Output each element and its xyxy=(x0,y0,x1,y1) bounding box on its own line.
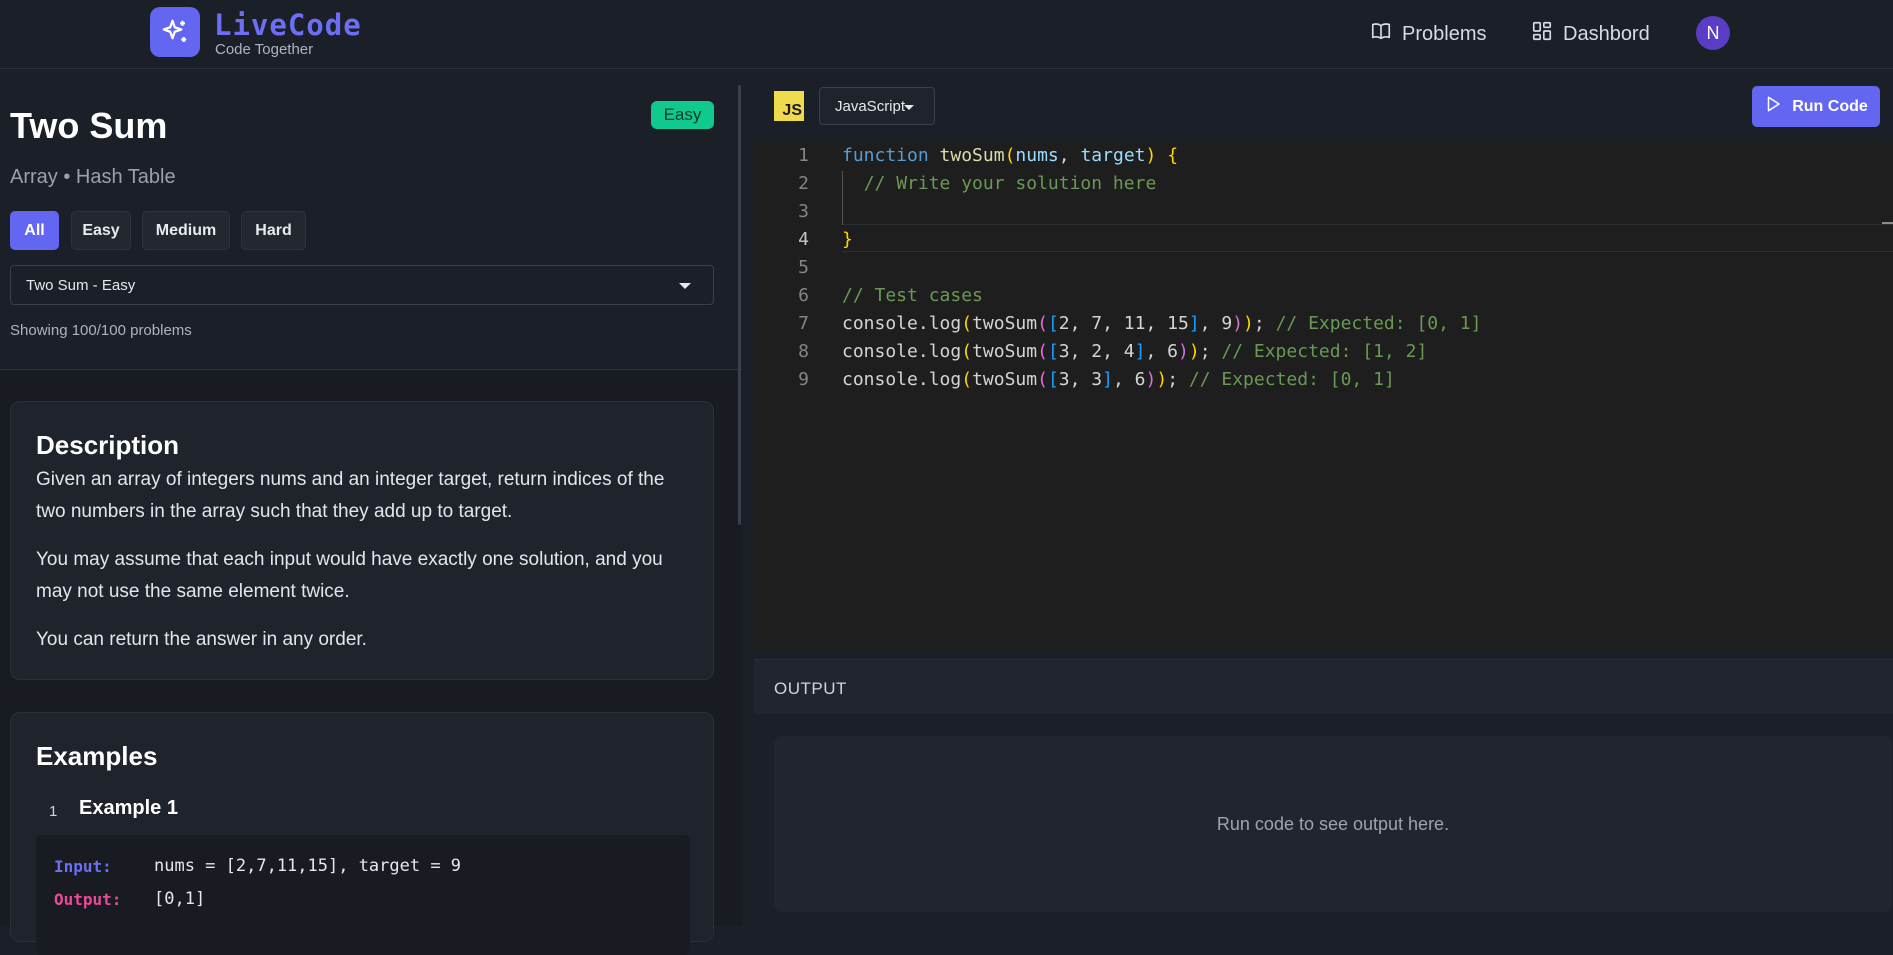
code-line: 8 console.log(twoSum([3, 2, 4], 6)); // … xyxy=(754,338,1893,366)
difficulty-badge: Easy xyxy=(651,101,714,129)
book-icon xyxy=(1370,20,1392,48)
filter-all-button[interactable]: All xyxy=(10,211,59,250)
play-icon xyxy=(1764,95,1782,118)
example-box: Input: nums = [2,7,11,15], target = 9 Ou… xyxy=(36,835,690,955)
chevron-down-icon xyxy=(904,105,914,110)
line-number: 7 xyxy=(798,313,809,334)
chevron-down-icon xyxy=(679,283,691,289)
line-code: console.log(twoSum([2, 7, 11, 15], 9)); … xyxy=(842,313,1482,334)
description-card: Description Given an array of integers n… xyxy=(10,401,714,680)
line-number: 4 xyxy=(798,229,809,250)
example-title: Example 1 xyxy=(79,797,178,819)
brand-subtitle: Code Together xyxy=(215,41,314,58)
brand-title: LiveCode xyxy=(214,8,362,42)
line-number: 5 xyxy=(798,257,809,278)
output-title: OUTPUT xyxy=(774,679,847,698)
code-line: 6 // Test cases xyxy=(754,282,1893,310)
description-paragraph: You may assume that each input would hav… xyxy=(36,549,663,602)
code-line: 3 xyxy=(754,198,1893,226)
run-code-label: Run Code xyxy=(1792,97,1868,115)
line-code: console.log(twoSum([3, 2, 4], 6)); // Ex… xyxy=(842,341,1428,362)
line-number: 1 xyxy=(798,145,809,166)
description-heading: Description xyxy=(36,430,180,460)
filter-medium-button[interactable]: Medium xyxy=(142,211,230,250)
nav-dashboard-label: Dashbord xyxy=(1563,22,1650,45)
line-code: // Test cases xyxy=(842,285,983,306)
examples-heading: Examples xyxy=(36,741,158,771)
code-line: 1 function twoSum(nums, target) { xyxy=(754,142,1893,170)
problem-select[interactable]: Two Sum - Easy xyxy=(10,265,714,305)
problem-tags: Array • Hash Table xyxy=(10,166,176,188)
example-input-label: Input: xyxy=(54,857,112,876)
problem-title: Two Sum xyxy=(10,105,168,146)
example-input-value: nums = [2,7,11,15], target = 9 xyxy=(154,856,462,876)
problem-count: Showing 100/100 problems xyxy=(10,322,192,339)
example-output-value: [0,1] xyxy=(154,889,206,909)
language-select-value: JavaScript xyxy=(835,97,906,115)
code-line: 9 console.log(twoSum([3, 3], 6)); // Exp… xyxy=(754,366,1893,394)
line-number: 6 xyxy=(798,285,809,306)
run-code-button[interactable]: Run Code xyxy=(1752,86,1880,127)
nav-problems-label: Problems xyxy=(1402,22,1487,45)
filter-easy-button[interactable]: Easy xyxy=(71,211,131,250)
code-line: 5 xyxy=(754,254,1893,282)
code-editor[interactable]: 1 function twoSum(nums, target) { 2 // W… xyxy=(754,142,1893,652)
javascript-icon: JS xyxy=(774,91,804,121)
line-code: function twoSum(nums, target) { xyxy=(842,145,1179,166)
code-line: 2 // Write your solution here xyxy=(754,170,1893,198)
avatar[interactable]: N xyxy=(1696,16,1730,50)
output-box: Run code to see output here. xyxy=(774,736,1892,912)
nav-problems[interactable]: Problems xyxy=(1370,20,1486,48)
line-number: 8 xyxy=(798,341,809,362)
panel-resize-handle[interactable] xyxy=(738,85,741,525)
editor-scrollbar-marker[interactable] xyxy=(1882,222,1893,224)
line-code: // Write your solution here xyxy=(863,173,1157,194)
line-number: 2 xyxy=(798,173,809,194)
example-number: 1 xyxy=(49,803,58,820)
nav-dashboard[interactable]: Dashbord xyxy=(1531,20,1650,48)
examples-card: Examples 1 Example 1 Input: nums = [2,7,… xyxy=(10,712,714,955)
language-select[interactable]: JavaScript xyxy=(819,87,935,125)
code-line: 4 } xyxy=(754,226,1893,254)
line-code: } xyxy=(842,229,853,250)
description-paragraph: Given an array of integers nums and an i… xyxy=(36,469,665,522)
description-paragraph: You can return the answer in any order. xyxy=(36,629,367,650)
line-number: 3 xyxy=(798,201,809,222)
top-header: LiveCode Code Together Problems Dashbord… xyxy=(0,0,1893,69)
output-header xyxy=(754,659,1893,714)
filter-hard-button[interactable]: Hard xyxy=(241,211,306,250)
problem-select-value: Two Sum - Easy xyxy=(26,276,136,294)
output-placeholder: Run code to see output here. xyxy=(1216,813,1450,834)
sparkle-logo-icon[interactable] xyxy=(150,7,200,57)
code-line: 7 console.log(twoSum([2, 7, 11, 15], 9))… xyxy=(754,310,1893,338)
line-code: console.log(twoSum([3, 3], 6)); // Expec… xyxy=(842,369,1395,390)
line-number: 9 xyxy=(798,369,809,390)
grid-icon xyxy=(1531,20,1553,48)
example-output-label: Output: xyxy=(54,890,122,909)
